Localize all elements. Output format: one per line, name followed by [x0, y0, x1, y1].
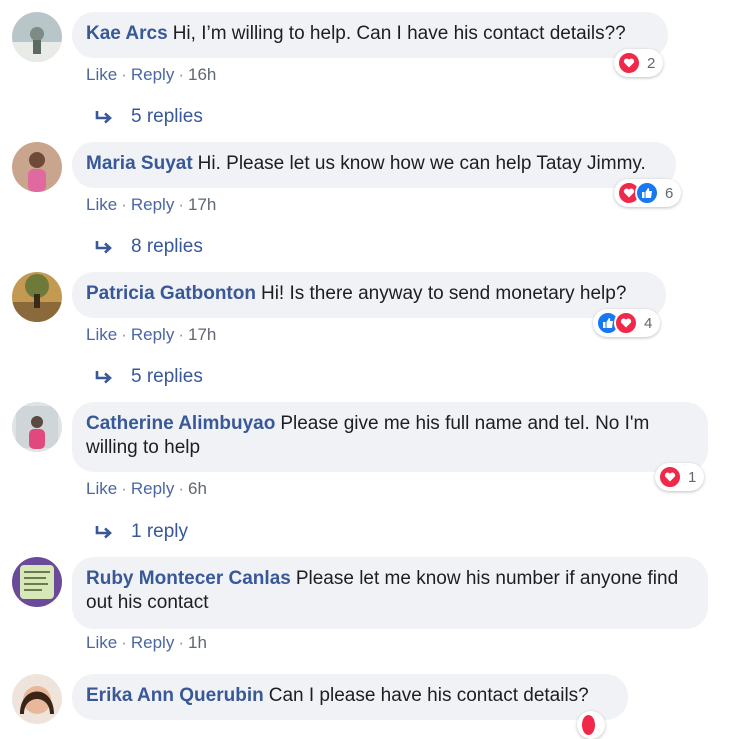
love-reaction-icon [614, 311, 638, 335]
avatar[interactable] [12, 402, 62, 452]
comment-actions: Like · Reply · 17h [86, 195, 216, 215]
separator: · [178, 325, 184, 344]
reply-link[interactable]: Reply [131, 195, 174, 214]
separator: · [121, 65, 127, 84]
avatar[interactable] [12, 674, 62, 724]
reply-link[interactable]: Reply [131, 65, 174, 84]
reaction-summary[interactable] [577, 711, 605, 739]
like-reaction-icon [635, 181, 659, 205]
comment-bubble: Patricia Gatbonton Hi! Is there anyway to… [72, 272, 666, 318]
separator: · [121, 479, 127, 498]
comment-actions: Like · Reply · 1h [86, 633, 207, 653]
replies-count: 8 replies [131, 236, 203, 257]
reaction-summary[interactable]: 2 [614, 49, 664, 77]
reply-link[interactable]: Reply [131, 325, 174, 344]
replies-count: 1 reply [131, 521, 189, 542]
replies-count: 5 replies [131, 366, 203, 387]
comment-text: Can I please have his contact details? [268, 685, 589, 706]
reply-link[interactable]: Reply [131, 633, 174, 652]
separator: · [178, 65, 184, 84]
like-link[interactable]: Like [86, 325, 117, 344]
love-reaction-icon [658, 465, 682, 489]
reaction-count: 1 [688, 468, 697, 486]
comment-bubble: Catherine Alimbuyao Please give me his fu… [72, 402, 708, 472]
comment-author[interactable]: Ruby Montecer Canlas [86, 568, 291, 589]
separator: · [121, 195, 127, 214]
like-link[interactable]: Like [86, 633, 117, 652]
comment-bubble: Erika Ann Querubin Can I please have his … [72, 674, 628, 720]
view-replies-link[interactable]: 1 reply [94, 521, 188, 543]
comment-author[interactable]: Kae Arcs [86, 23, 168, 44]
like-link[interactable]: Like [86, 65, 117, 84]
reaction-summary[interactable]: 6 [614, 179, 682, 207]
comment-text: Hi. Please let us know how we can help T… [197, 153, 646, 174]
reply-arrow-icon [95, 241, 112, 254]
love-reaction-icon [580, 713, 597, 737]
avatar[interactable] [12, 142, 62, 192]
like-link[interactable]: Like [86, 195, 117, 214]
comment-bubble: Maria Suyat Hi. Please let us know how we… [72, 142, 676, 188]
comment-timestamp[interactable]: 17h [188, 195, 216, 214]
comment-bubble: Ruby Montecer Canlas Please let me know h… [72, 557, 708, 629]
view-replies-link[interactable]: 5 replies [94, 366, 203, 388]
comment-actions: Like · Reply · 16h [86, 65, 216, 85]
separator: · [178, 633, 184, 652]
avatar[interactable] [12, 272, 62, 322]
reply-link[interactable]: Reply [131, 479, 174, 498]
reaction-count: 6 [665, 184, 674, 202]
comment-timestamp[interactable]: 1h [188, 633, 207, 652]
comment-author[interactable]: Erika Ann Querubin [86, 685, 264, 706]
comment-author[interactable]: Catherine Alimbuyao [86, 413, 275, 434]
comment-bubble: Kae Arcs Hi, I’m willing to help. Can I h… [72, 12, 668, 58]
separator: · [178, 479, 184, 498]
comment-text: Hi, I’m willing to help. Can I have his … [172, 23, 626, 44]
view-replies-link[interactable]: 8 replies [94, 236, 203, 258]
comment-actions: Like · Reply · 17h [86, 325, 216, 345]
separator: · [121, 325, 127, 344]
comment-author[interactable]: Maria Suyat [86, 153, 193, 174]
love-reaction-icon [617, 51, 641, 75]
comment-timestamp[interactable]: 16h [188, 65, 216, 84]
comment-text: Hi! Is there anyway to send monetary hel… [260, 283, 627, 304]
reply-arrow-icon [95, 371, 112, 384]
separator: · [178, 195, 184, 214]
reaction-summary[interactable]: 4 [593, 309, 661, 337]
reaction-count: 2 [647, 54, 656, 72]
reaction-count: 4 [644, 314, 653, 332]
reply-arrow-icon [95, 111, 112, 124]
avatar[interactable] [12, 12, 62, 62]
reply-arrow-icon [95, 526, 112, 539]
reaction-summary[interactable]: 1 [655, 463, 705, 491]
comment-actions: Like · Reply · 6h [86, 479, 207, 499]
like-link[interactable]: Like [86, 479, 117, 498]
comment-timestamp[interactable]: 17h [188, 325, 216, 344]
replies-count: 5 replies [131, 106, 203, 127]
avatar[interactable] [12, 557, 62, 607]
comment-author[interactable]: Patricia Gatbonton [86, 283, 256, 304]
separator: · [121, 633, 127, 652]
comment-timestamp[interactable]: 6h [188, 479, 207, 498]
view-replies-link[interactable]: 5 replies [94, 106, 203, 128]
